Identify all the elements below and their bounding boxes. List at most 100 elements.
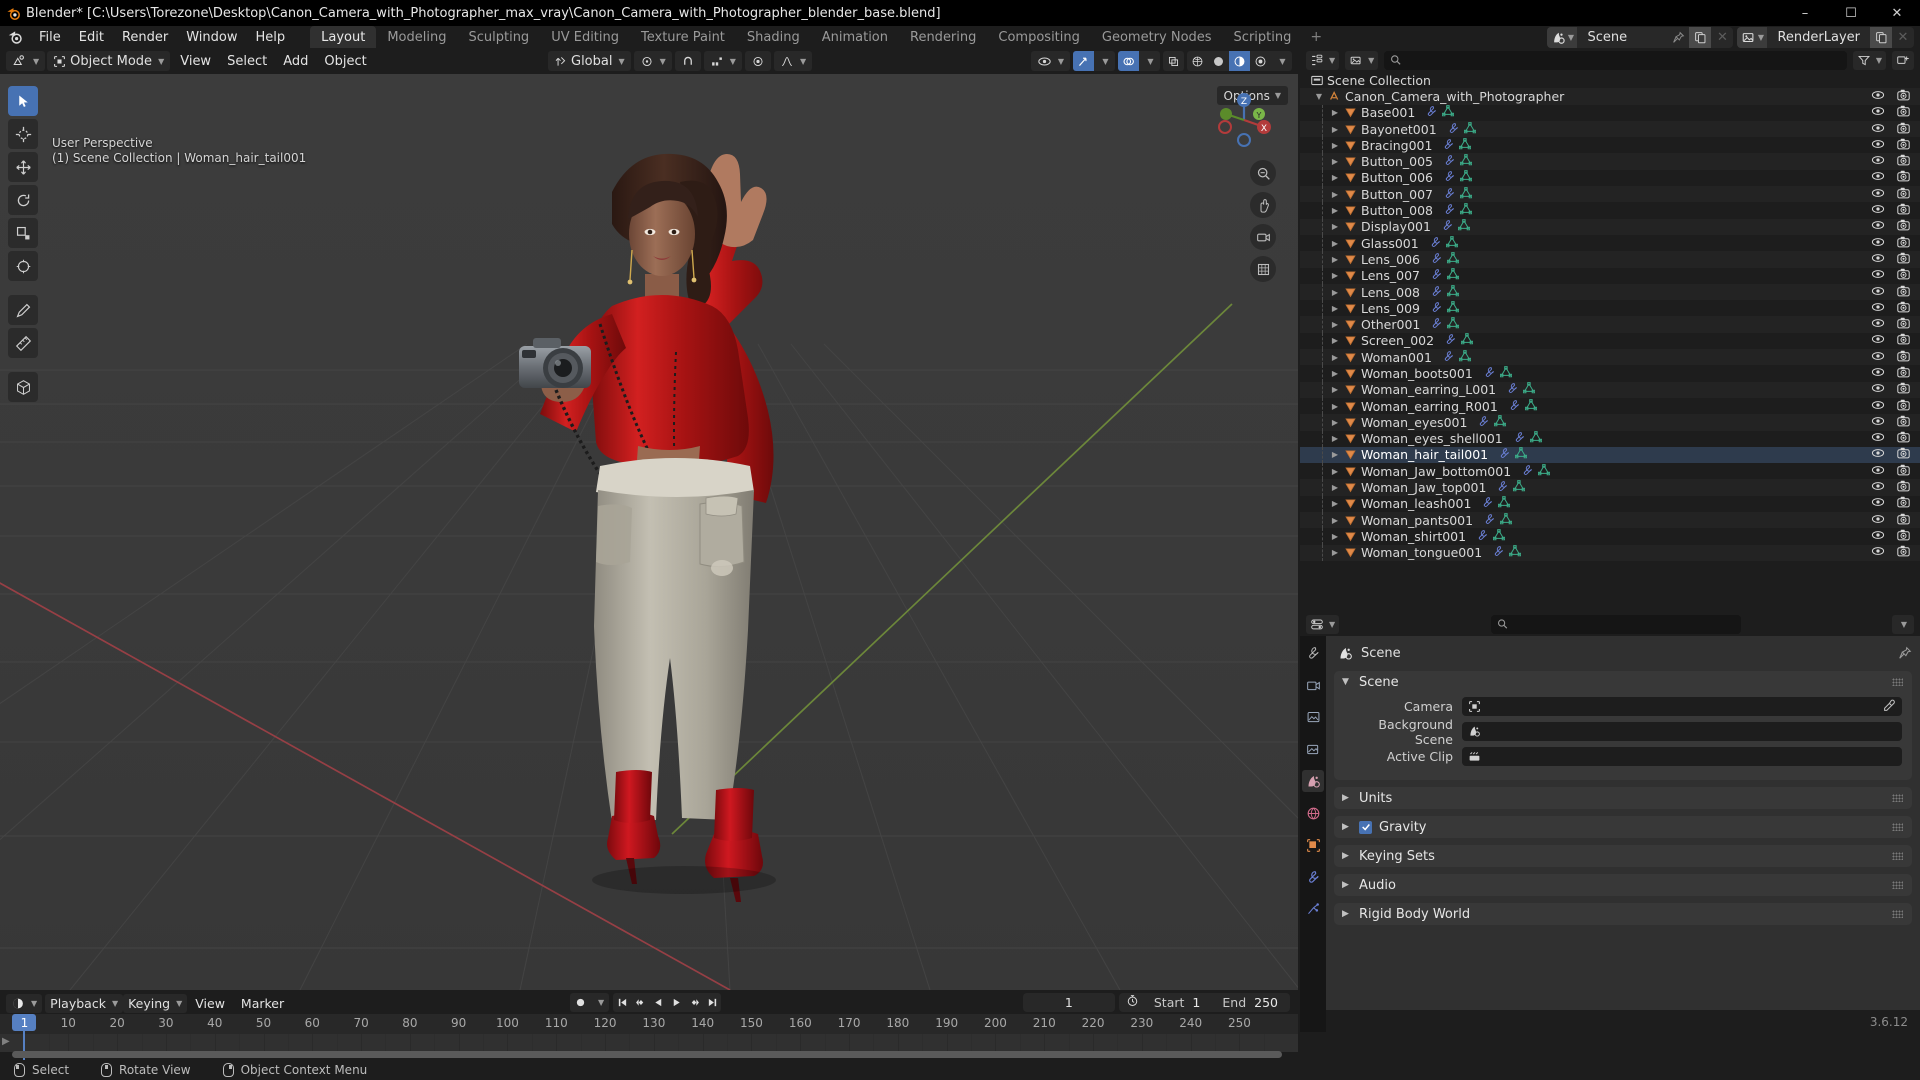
pin-scene-icon[interactable] [1667,27,1689,48]
current-frame-field[interactable]: 1 [1022,993,1115,1012]
collection-expand-chevron-down-icon[interactable]: ▼ [1312,92,1326,101]
hide-in-viewport-icon[interactable] [1871,366,1885,381]
timeline-playhead-label[interactable]: 1 [12,1014,37,1031]
outliner-item-lens_008[interactable]: ▶ Lens_008 [1300,283,1920,301]
camera-eyedropper-icon[interactable] [1882,699,1896,717]
workspace-tab-animation[interactable]: Animation [811,26,899,48]
disable-in-renders-icon[interactable] [1897,317,1910,332]
menu-help[interactable]: Help [247,27,295,47]
mesh-data-icon[interactable] [1529,431,1542,446]
xray-toggle-group[interactable] [1163,51,1184,71]
timeline-menu-playback[interactable]: Playback ▼ [45,993,124,1013]
outliner-item-woman_pants001[interactable]: ▶ Woman_pants001 [1300,512,1920,529]
outliner-item-woman_leash001[interactable]: ▶ Woman_leash001 [1300,495,1920,513]
outliner-item-button_008[interactable]: ▶ Button_008 [1300,202,1920,219]
mesh-data-icon[interactable] [1447,317,1460,332]
next-keyframe-button[interactable] [685,993,704,1012]
scene-icon[interactable]: ▼ [1547,27,1578,48]
expand-chevron-right-icon[interactable]: ▶ [1328,483,1342,492]
disable-in-renders-icon[interactable] [1897,464,1910,479]
modifier-icon[interactable] [1506,382,1518,397]
disable-in-renders-icon[interactable] [1897,382,1910,397]
transform-orientation-selector[interactable]: Global ▼ [548,51,631,71]
mesh-data-icon[interactable] [1459,170,1473,185]
expand-chevron-right-icon[interactable]: ▶ [1328,271,1342,280]
modifier-icon[interactable] [1476,529,1488,544]
modifier-icon[interactable] [1430,301,1442,316]
disable-in-renders-icon[interactable] [1897,496,1910,511]
outliner-item-woman_earring_r001[interactable]: ▶ Woman_earring_R001 [1300,397,1920,415]
modifier-icon[interactable] [1513,431,1525,446]
snap-pivot-selector[interactable]: ▼ [633,51,672,71]
mesh-data-icon[interactable] [1457,219,1471,234]
tab-modifiers-icon[interactable] [1302,866,1324,888]
modifier-icon[interactable] [1447,122,1459,137]
disable-in-renders-icon[interactable] [1897,399,1910,414]
play-reverse-button[interactable] [649,993,668,1012]
modifier-icon[interactable] [1444,333,1456,348]
panel-keying-sets-header[interactable]: ▶ Keying Sets [1334,845,1912,867]
hide-in-viewport-icon[interactable] [1871,252,1885,267]
outliner-filter-button[interactable]: ▼ [1852,50,1886,70]
menu-edit[interactable]: Edit [70,27,113,47]
tool-move-icon[interactable] [8,152,38,182]
zoom-view-icon[interactable] [1250,160,1276,186]
hide-in-viewport-icon[interactable] [1871,480,1885,495]
hide-in-viewport-icon[interactable] [1871,382,1885,397]
outliner-item-base001[interactable]: ▶ Base001 [1300,104,1920,121]
timeline-ruler[interactable]: 10 20 30 40 50 60 70 80 90 100 110 120 130 140 150 160 1… [0,1014,1298,1034]
tab-viewlayer-icon[interactable] [1302,738,1324,760]
modifier-icon[interactable] [1430,252,1442,267]
outliner-item-woman_tongue001[interactable]: ▶ Woman_tongue001 [1300,544,1920,561]
timeline-track-area[interactable] [0,1034,1298,1052]
expand-chevron-right-icon[interactable]: ▶ [1328,385,1342,394]
modifier-icon[interactable] [1483,366,1495,381]
disable-in-renders-icon[interactable] [1897,415,1910,430]
menu-window[interactable]: Window [177,27,246,47]
panel-gravity-header[interactable]: ▶ Gravity [1334,816,1912,838]
disable-in-renders-icon[interactable] [1897,333,1910,348]
properties-options-dropdown[interactable]: ▼ [1892,614,1914,634]
workspace-tab-geometry-nodes[interactable]: Geometry Nodes [1091,26,1223,48]
expand-chevron-right-icon[interactable]: ▶ [1328,288,1342,297]
toggle-xray-button[interactable] [1163,51,1184,71]
use-preview-range-icon[interactable] [1119,994,1144,1011]
expand-chevron-right-icon[interactable]: ▶ [1328,206,1342,215]
disable-in-renders-icon[interactable] [1897,447,1910,462]
panel-chevron-right-icon[interactable]: ▶ [1342,880,1352,890]
panel-chevron-right-icon[interactable]: ▶ [1342,909,1352,919]
minimize-button[interactable]: – [1782,0,1828,26]
disable-in-renders-icon[interactable] [1897,105,1910,120]
hide-in-viewport-icon[interactable] [1871,513,1885,528]
mesh-data-icon[interactable] [1515,447,1528,462]
outliner-item-woman_eyes_shell001[interactable]: ▶ Woman_eyes_shell001 [1300,430,1920,447]
properties-search-input[interactable] [1490,614,1741,634]
tab-particles-icon[interactable] [1302,898,1324,920]
modifier-icon[interactable] [1443,170,1455,185]
properties-search-field[interactable] [1512,617,1735,631]
hide-in-viewport-icon[interactable] [1871,89,1885,104]
hide-in-viewport-icon[interactable] [1871,496,1885,511]
workspace-tab-scripting[interactable]: Scripting [1223,26,1303,48]
new-viewlayer-button[interactable] [1870,27,1892,48]
close-button[interactable]: ✕ [1874,0,1920,26]
timeline-horizontal-scrollbar[interactable] [12,1051,1282,1058]
menu-render[interactable]: Render [113,27,177,47]
viewlayer-selector[interactable]: ▼ RenderLayer ✕ [1737,27,1914,48]
modifier-icon[interactable] [1483,513,1495,528]
add-workspace-button[interactable]: + [1302,29,1330,45]
hide-in-viewport-icon[interactable] [1871,333,1885,348]
expand-chevron-right-icon[interactable]: ▶ [1328,418,1342,427]
outliner-tree[interactable]: Scene Collection ▼ Canon_Camera_with_Photo… [1300,72,1920,610]
hide-in-viewport-icon[interactable] [1871,187,1885,202]
tool-cursor-icon[interactable] [8,119,38,149]
outliner-item-woman_jaw_top001[interactable]: ▶ Woman_Jaw_top001 [1300,479,1920,496]
toggle-orthographic-icon[interactable] [1250,256,1276,282]
modifier-icon[interactable] [1430,268,1442,283]
background-scene-field[interactable] [1462,722,1902,741]
outliner-item-glass001[interactable]: ▶ Glass001 [1300,234,1920,252]
proportional-edit-toggle[interactable] [744,51,771,71]
hide-in-viewport-icon[interactable] [1871,464,1885,479]
tool-measure-icon[interactable] [8,328,38,358]
expand-chevron-right-icon[interactable]: ▶ [1328,532,1342,541]
